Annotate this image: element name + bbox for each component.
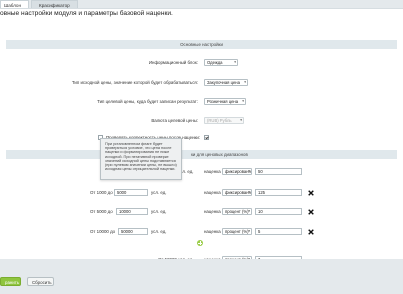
- chevron-down-icon: ▾: [248, 169, 250, 173]
- range-value-input[interactable]: 5: [255, 228, 302, 235]
- chevron-down-icon: ▾: [244, 80, 246, 84]
- range-to-input[interactable]: 50000: [118, 228, 148, 235]
- range-to-input[interactable]: 10000: [116, 208, 148, 215]
- range-from-label: От 1000 до: [90, 190, 113, 195]
- main-section-header: Основные настройки: [6, 40, 397, 49]
- range-unit-label: усл. ед.: [151, 209, 167, 214]
- check-correctness-checkbox[interactable]: [204, 135, 209, 140]
- chevron-down-icon: ▾: [248, 190, 250, 194]
- reset-button[interactable]: Сбросить: [27, 277, 54, 286]
- save-button[interactable]: ранить: [0, 277, 21, 286]
- delete-range-icon[interactable]: [308, 190, 314, 196]
- delete-range-icon[interactable]: [308, 209, 314, 215]
- range-markup-label: наценка: [204, 190, 221, 195]
- range-from-label: От 5000 до: [90, 209, 113, 214]
- iblock-select[interactable]: Одежда ▾: [204, 59, 238, 66]
- range-from-label: От 10000 до: [90, 229, 116, 234]
- range-type-select[interactable]: фиксированная▾: [222, 189, 252, 196]
- range-unit-label: усл. ед.: [151, 229, 167, 234]
- range-value-input[interactable]: 50: [255, 168, 302, 175]
- chevron-down-icon: ▾: [234, 60, 236, 64]
- chevron-down-icon: ▾: [242, 99, 244, 103]
- currency-label: Валюта целевой цены:: [151, 118, 198, 123]
- check-correctness-tooltip: При установленном флаге будет проверятьс…: [100, 138, 182, 180]
- range-type-select[interactable]: процент (%)▾: [222, 208, 252, 215]
- range-value-input[interactable]: 125: [255, 189, 302, 196]
- chevron-down-icon: ▾: [248, 209, 250, 213]
- ranges-section-header: ки для ценовых диапазонов: [6, 150, 397, 159]
- add-range-icon[interactable]: [197, 240, 203, 246]
- target-price-label: Тип целевой цены, куда будет записан рез…: [97, 99, 198, 104]
- range-type-select[interactable]: фиксированная▾: [222, 168, 252, 175]
- range-type-select[interactable]: процент (%)▾: [222, 228, 252, 235]
- range-value-input[interactable]: 10: [255, 208, 302, 215]
- footer-bar: [0, 259, 403, 294]
- delete-range-icon[interactable]: [308, 229, 314, 235]
- chevron-down-icon: ▾: [248, 229, 250, 233]
- range-unit-label: усл. ед.: [151, 190, 167, 195]
- ranges-section-title: ки для ценовых диапазонов: [191, 152, 248, 157]
- page-title: овные настройки модуля и параметры базов…: [0, 10, 173, 17]
- target-price-select[interactable]: Розничная цена ▾: [204, 98, 246, 105]
- iblock-label: Информационный блок:: [148, 60, 198, 65]
- range-to-input[interactable]: 5000: [114, 189, 148, 196]
- currency-select[interactable]: (RUB) Рубль ▾: [204, 117, 244, 124]
- source-price-label: Тип исходной цены, значение которой буде…: [71, 80, 198, 85]
- source-price-select[interactable]: Закупочная цена ▾: [204, 79, 248, 86]
- chevron-down-icon: ▾: [240, 118, 242, 122]
- range-markup-label: наценка: [204, 229, 221, 234]
- range-markup-label: наценка: [204, 169, 221, 174]
- range-markup-label: наценка: [204, 209, 221, 214]
